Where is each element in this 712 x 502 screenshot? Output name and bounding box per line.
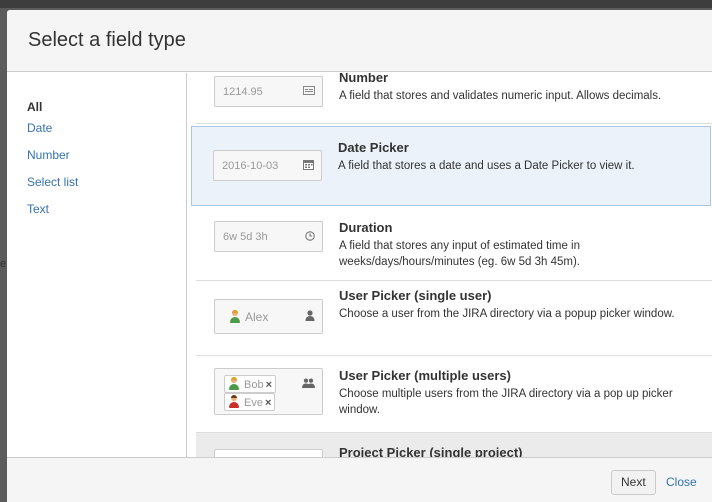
user-picker-single-preview: Alex: [214, 299, 323, 334]
number-field-icon: [303, 86, 315, 98]
next-button[interactable]: Next: [611, 470, 656, 495]
date-picker-preview: 2016-10-03: [213, 150, 322, 181]
user-tag-eve: Eve ×: [224, 393, 276, 411]
user-avatar: [228, 395, 240, 408]
duration-title: Duration: [339, 220, 393, 235]
sidebar-item-date[interactable]: Date: [27, 121, 52, 135]
user-picker-single-description: Choose a user from the JIRA directory vi…: [339, 308, 675, 320]
user-picker-multiple-description: Choose multiple users from the JIRA dire…: [339, 388, 673, 416]
user-name: Alex: [245, 310, 269, 324]
user-picker-single-title: User Picker (single user): [339, 288, 492, 303]
sidebar-item-number[interactable]: Number: [27, 148, 70, 162]
number-preview: 1214.95: [214, 76, 323, 107]
user-tag-name: Bob: [244, 379, 264, 391]
dialog-footer: Next Close: [7, 457, 712, 502]
user-picker-multiple-title: User Picker (multiple users): [339, 368, 511, 383]
duration-preview-value: 6w 5d 3h: [223, 231, 268, 243]
backdrop-edge-text: e: [0, 258, 7, 270]
remove-user-icon[interactable]: ×: [265, 397, 271, 409]
duration-preview: 6w 5d 3h: [214, 221, 323, 252]
user-avatar: [229, 310, 241, 323]
field-type-number[interactable]: 1214.95 Number A field that stores and v…: [196, 73, 712, 124]
number-description: A field that stores and validates numeri…: [339, 90, 662, 102]
field-type-duration[interactable]: 6w 5d 3h Duration A field that stores an…: [196, 207, 712, 281]
user-icon: [305, 310, 315, 324]
number-preview-value: 1214.95: [223, 86, 263, 98]
field-type-user-picker-multiple[interactable]: Bob × Eve × User Picker (multiple users) C…: [196, 357, 712, 433]
date-picker-title: Date Picker: [338, 140, 409, 155]
select-field-type-dialog: Select a field type All Date Number Sele…: [7, 10, 712, 502]
sidebar-item-text[interactable]: Text: [27, 202, 49, 216]
number-title: Number: [339, 73, 389, 85]
user-picker-multiple-preview: Bob × Eve ×: [214, 368, 323, 415]
project-picker-preview: [214, 449, 323, 457]
user-avatar: [228, 377, 240, 390]
users-icon: [302, 378, 315, 391]
category-sidebar: All Date Number Select list Text: [7, 73, 187, 457]
date-picker-preview-value: 2016-10-03: [222, 160, 279, 172]
user-chip: Alex: [229, 310, 268, 324]
field-type-user-picker-single[interactable]: Alex User Picker (single user) Choose a …: [196, 281, 712, 356]
dialog-title: Select a field type: [28, 29, 186, 51]
field-type-date-picker[interactable]: 2016-10-03 Date Picker A field that stor…: [191, 126, 711, 206]
field-type-list: 1214.95 Number A field that stores and v…: [188, 73, 712, 457]
user-tag-name: Eve: [244, 397, 263, 409]
clock-icon: [305, 231, 315, 244]
duration-description: A field that stores any input of estimat…: [339, 240, 580, 268]
close-link[interactable]: Close: [666, 475, 697, 489]
dialog-header: Select a field type: [7, 10, 712, 72]
date-picker-description: A field that stores a date and uses a Da…: [338, 160, 635, 172]
sidebar-item-select-list[interactable]: Select list: [27, 175, 78, 189]
field-type-project-picker-single[interactable]: Project Picker (single project): [196, 433, 712, 457]
backdrop-top-strip: [0, 0, 712, 8]
user-tag-bob: Bob ×: [224, 375, 277, 393]
remove-user-icon[interactable]: ×: [266, 379, 272, 391]
calendar-icon: [303, 160, 314, 173]
project-picker-title: Project Picker (single project): [339, 445, 523, 457]
sidebar-item-all[interactable]: All: [27, 100, 42, 114]
